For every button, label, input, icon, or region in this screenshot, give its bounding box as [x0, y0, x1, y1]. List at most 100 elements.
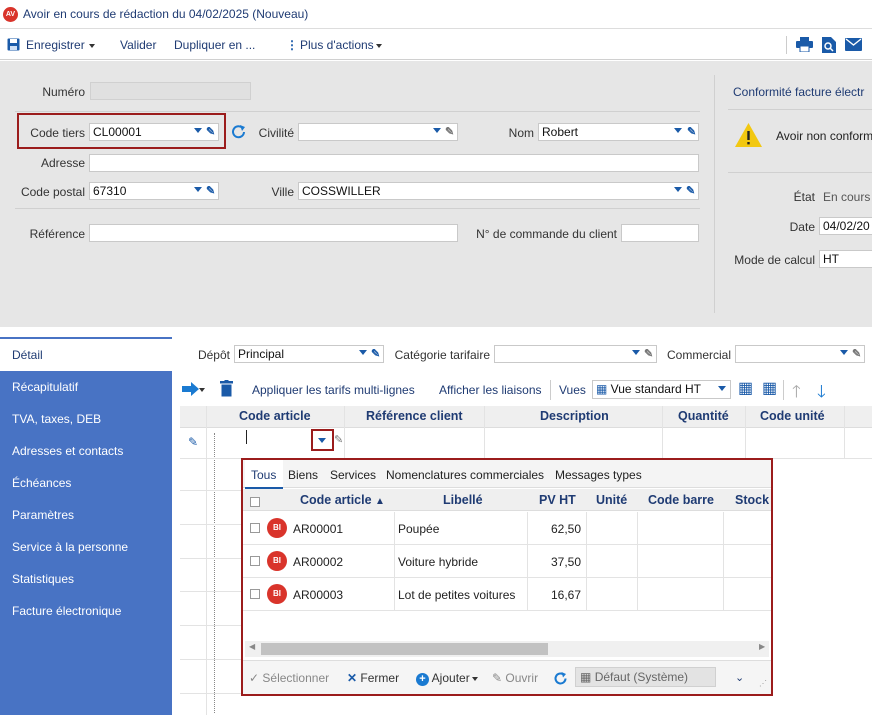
chevron-down-icon[interactable] — [194, 187, 202, 192]
chevron-down-icon[interactable]: ⌄ — [735, 671, 744, 684]
close-button[interactable]: ✕ Fermer — [347, 671, 399, 685]
sidebar-item-tva[interactable]: TVA, taxes, DEB — [0, 403, 172, 435]
table-row[interactable]: BI AR00003 Lot de petites voitures 16,67 — [243, 578, 771, 611]
arrow-down-icon[interactable]: 🡓 — [817, 379, 826, 408]
edit-icon[interactable]: ✎ — [371, 348, 381, 360]
refresh-icon[interactable] — [231, 124, 247, 140]
chevron-down-icon[interactable] — [433, 128, 441, 133]
resize-grip-icon[interactable]: ⋰ — [759, 679, 767, 688]
email-icon[interactable] — [845, 38, 862, 51]
edit-icon[interactable]: ✎ — [852, 348, 862, 360]
edit-icon[interactable]: ✎ — [334, 433, 343, 446]
civilite-field[interactable]: ✎ — [298, 123, 458, 141]
date-field[interactable]: 04/02/20 — [819, 217, 872, 235]
refresh-icon[interactable] — [553, 671, 568, 686]
scroll-right-icon[interactable]: ▶ — [759, 642, 765, 651]
sidebar-item-parametres[interactable]: Paramètres — [0, 499, 172, 531]
col-description[interactable]: Description — [540, 409, 609, 423]
chevron-down-icon[interactable] — [840, 350, 848, 355]
chevron-down-icon[interactable] — [375, 43, 382, 48]
chevron-down-icon[interactable] — [674, 187, 682, 192]
chevron-down-icon[interactable] — [199, 388, 205, 392]
apply-tariffs-button[interactable]: Appliquer les tarifs multi-lignes — [252, 383, 415, 397]
edit-icon[interactable]: ✎ — [445, 126, 455, 138]
show-links-button[interactable]: Afficher les liaisons — [439, 383, 542, 397]
tab-biens[interactable]: Biens — [288, 468, 318, 482]
table-row[interactable]: BI AR00001 Poupée 62,50 — [243, 512, 771, 545]
view-select[interactable]: ▦ Vue standard HT — [592, 380, 731, 399]
chevron-down-icon[interactable] — [471, 676, 478, 681]
commercial-field[interactable]: ✎ — [735, 345, 865, 363]
num-commande-field[interactable] — [621, 224, 699, 242]
tab-nomenclatures[interactable]: Nomenclatures commerciales — [386, 468, 544, 482]
chevron-down-icon[interactable] — [194, 128, 202, 133]
col-code-article[interactable]: Code article ▲ — [300, 493, 385, 507]
edit-icon[interactable]: ✎ — [206, 185, 216, 197]
table-icon[interactable]: ▦ — [762, 380, 777, 398]
row-checkbox[interactable] — [250, 589, 260, 599]
edit-icon[interactable]: ✎ — [644, 348, 654, 360]
tab-services[interactable]: Services — [330, 468, 376, 482]
col-code-barre[interactable]: Code barre — [648, 493, 714, 507]
col-code-article[interactable]: Code article — [239, 409, 311, 423]
chevron-down-icon[interactable] — [718, 386, 726, 391]
ville-field[interactable]: COSSWILLER ✎ — [298, 182, 699, 200]
reference-field[interactable] — [89, 224, 458, 242]
categorie-field[interactable]: ✎ — [494, 345, 657, 363]
col-unite[interactable]: Unité — [596, 493, 627, 507]
edit-icon[interactable]: ✎ — [686, 185, 696, 197]
col-reference-client[interactable]: Référence client — [366, 409, 463, 423]
sidebar-item-detail[interactable]: Détail — [0, 339, 172, 371]
code-tiers-field[interactable]: CL00001 ✎ — [89, 123, 219, 141]
mode-calcul-field[interactable]: HT — [819, 250, 872, 268]
nom-field[interactable]: Robert ✎ — [538, 123, 699, 141]
col-quantite[interactable]: Quantité — [678, 409, 729, 423]
delete-icon[interactable] — [220, 380, 233, 397]
sidebar-item-service[interactable]: Service à la personne — [0, 531, 172, 563]
preview-icon[interactable] — [822, 37, 836, 53]
chevron-down-icon[interactable] — [674, 128, 682, 133]
save-button[interactable]: Enregistrer — [26, 38, 95, 52]
chevron-down-icon[interactable] — [88, 43, 95, 48]
insert-arrow-icon[interactable] — [182, 382, 200, 396]
chevron-down-icon[interactable] — [318, 438, 326, 443]
col-code-unite[interactable]: Code unité — [760, 409, 825, 423]
edit-icon[interactable]: ✎ — [687, 126, 697, 138]
save-icon[interactable] — [7, 38, 20, 51]
edit-row-icon[interactable]: ✎ — [188, 435, 198, 449]
validate-button[interactable]: Valider — [120, 38, 156, 52]
sidebar-item-statistiques[interactable]: Statistiques — [0, 563, 172, 595]
select-all-checkbox[interactable] — [250, 497, 260, 507]
arrow-up-icon[interactable]: 🡑 — [792, 379, 801, 408]
table-row[interactable]: BI AR00002 Voiture hybride 37,50 — [243, 545, 771, 578]
col-pv-ht[interactable]: PV HT — [539, 493, 576, 507]
row-checkbox[interactable] — [250, 556, 260, 566]
row-checkbox[interactable] — [250, 523, 260, 533]
columns-icon[interactable]: ▦ — [738, 380, 753, 398]
chevron-down-icon[interactable] — [359, 350, 367, 355]
col-libelle[interactable]: Libellé — [443, 493, 483, 507]
sidebar-item-recapitulatif[interactable]: Récapitulatif — [0, 371, 172, 403]
chevron-down-icon[interactable] — [632, 350, 640, 355]
sidebar-item-echeances[interactable]: Échéances — [0, 467, 172, 499]
code-postal-field[interactable]: 67310 ✎ — [89, 182, 219, 200]
depot-field[interactable]: Principal ✎ — [234, 345, 384, 363]
add-button[interactable]: + Ajouter — [416, 671, 478, 686]
sidebar-item-adresses[interactable]: Adresses et contacts — [0, 435, 172, 467]
tab-tous[interactable]: Tous — [251, 468, 276, 482]
col-stock[interactable]: Stock — [735, 493, 769, 507]
scrollbar-thumb[interactable] — [261, 643, 548, 655]
open-button[interactable]: ✎ Ouvrir — [492, 671, 538, 685]
sort-asc-icon[interactable]: ▲ — [375, 496, 385, 507]
sidebar-item-facture-electronique[interactable]: Facture électronique — [0, 595, 172, 627]
adresse-field[interactable] — [89, 154, 699, 172]
conformity-link[interactable]: Conformité facture électr — [733, 85, 864, 99]
dropdown-toggle-highlight[interactable] — [311, 429, 334, 451]
tab-messages-types[interactable]: Messages types — [555, 468, 642, 482]
duplicate-button[interactable]: Dupliquer en ... — [174, 38, 255, 52]
select-button[interactable]: ✓ Sélectionner — [249, 671, 329, 685]
more-actions-button[interactable]: Plus d'actions — [300, 38, 382, 52]
printer-icon[interactable] — [796, 37, 813, 52]
layout-select[interactable]: ▦ Défaut (Système) — [575, 667, 716, 687]
edit-icon[interactable]: ✎ — [206, 126, 216, 138]
